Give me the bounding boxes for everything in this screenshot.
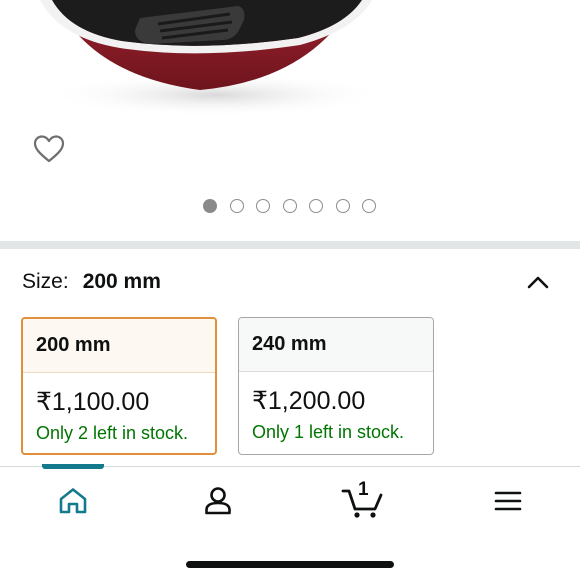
size-option-stock: Only 2 left in stock. [36, 423, 189, 443]
section-divider [0, 241, 580, 249]
pagination-dot[interactable] [309, 199, 323, 213]
size-option-price: ₹1,200.00 [252, 387, 366, 415]
cart-count-badge: 1 [358, 479, 369, 500]
size-label: Size: [22, 270, 69, 293]
chevron-up-icon [527, 276, 549, 289]
product-image-area[interactable] [0, 0, 580, 240]
selected-size-value: 200 mm [82, 270, 161, 293]
collapse-button[interactable] [522, 266, 554, 298]
size-option-stock: Only 1 left in stock. [252, 422, 405, 442]
active-tab-indicator [42, 464, 104, 469]
home-indicator-bar [186, 561, 394, 568]
size-option-name: 200 mm [23, 319, 215, 373]
pagination-dot[interactable] [256, 199, 270, 213]
pagination-dot[interactable] [203, 199, 217, 213]
size-selector-header[interactable]: Size: 200 mm [22, 266, 562, 298]
pagination-dot[interactable] [335, 199, 350, 213]
size-option-name: 240 mm [239, 318, 433, 372]
pagination-dot[interactable] [362, 199, 376, 213]
nav-cart[interactable]: 1 [333, 479, 393, 521]
size-option-200mm[interactable]: 200 mm ₹1,100.00 Only 2 left in stock. [21, 317, 217, 455]
nav-account[interactable] [188, 481, 248, 521]
heart-icon [33, 135, 65, 163]
nav-home[interactable] [43, 481, 103, 521]
pagination-dot[interactable] [229, 199, 244, 213]
size-option-240mm[interactable]: 240 mm ₹1,200.00 Only 1 left in stock. [238, 317, 434, 455]
user-icon [205, 487, 231, 515]
nav-menu[interactable] [478, 481, 538, 521]
home-icon [59, 488, 87, 514]
pagination-dot[interactable] [282, 199, 297, 213]
hamburger-menu-icon [494, 491, 522, 511]
image-pagination [203, 199, 376, 213]
size-option-price: ₹1,100.00 [36, 388, 150, 416]
wishlist-button[interactable] [30, 130, 68, 168]
